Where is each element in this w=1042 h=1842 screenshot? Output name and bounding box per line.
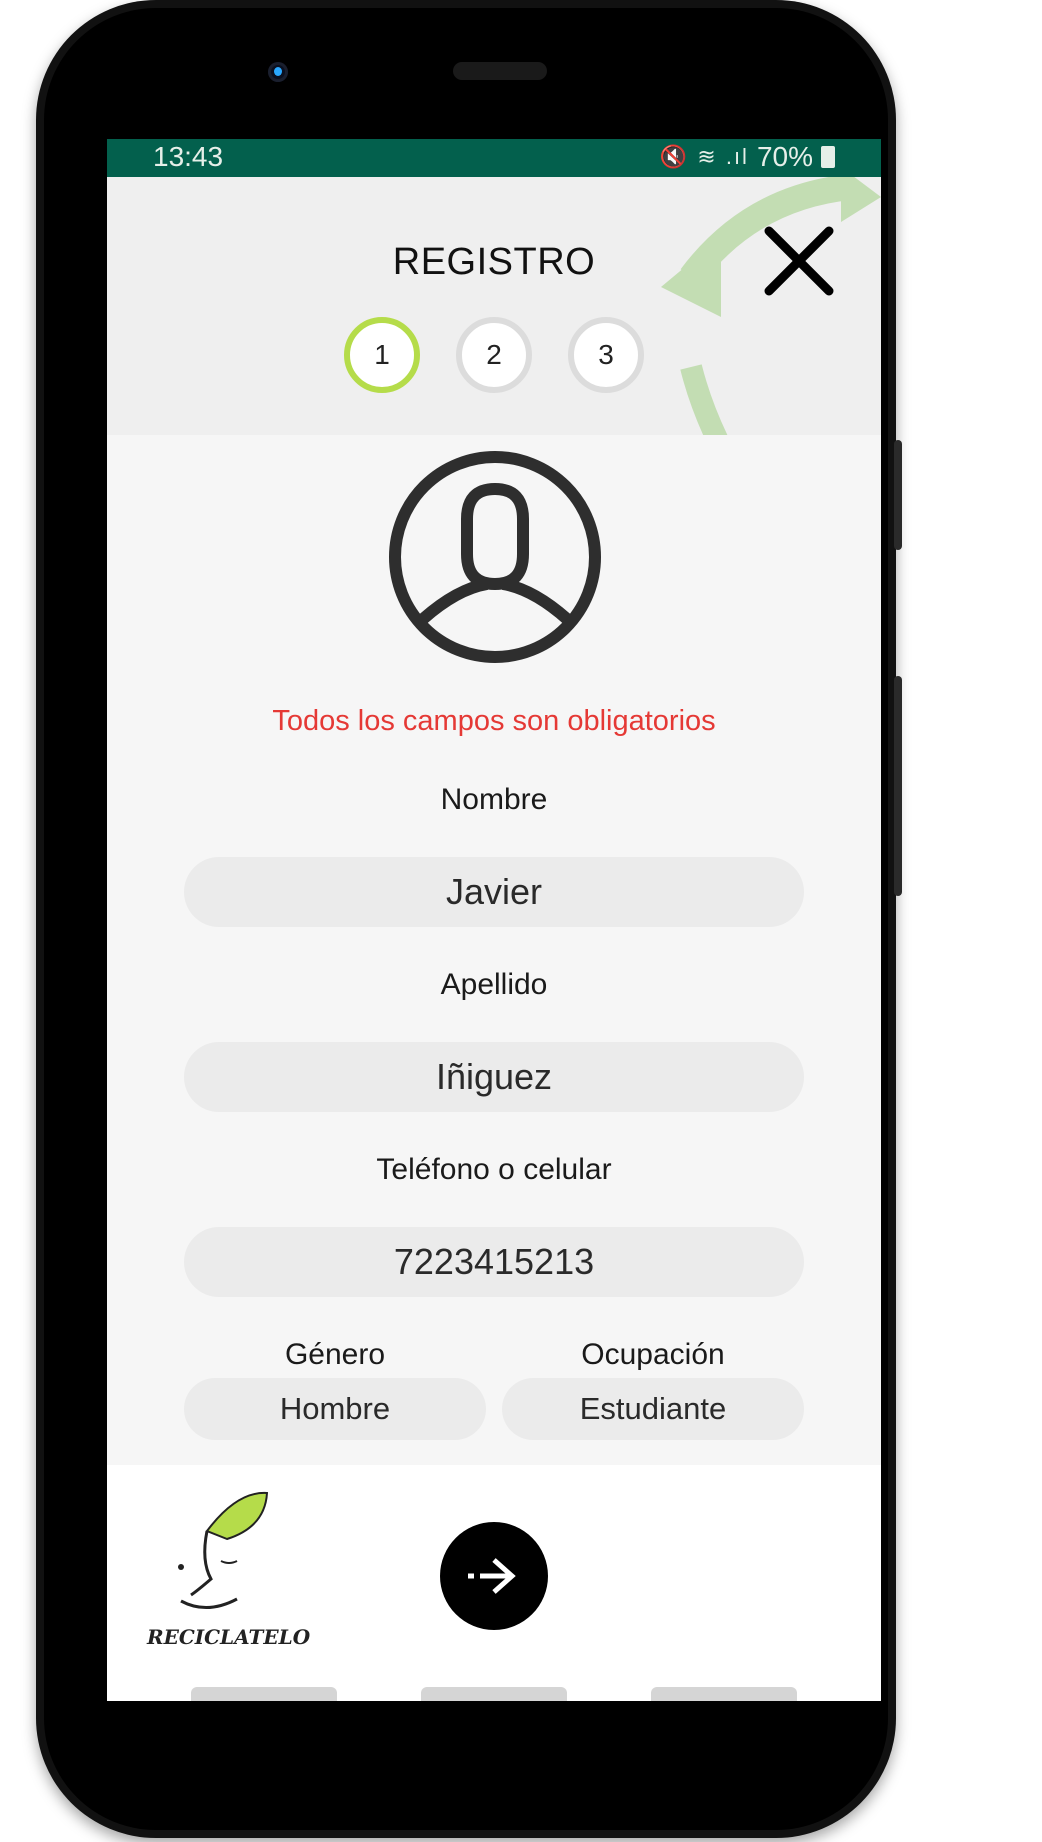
form-content: Todos los campos son obligatorios Nombre…: [107, 435, 881, 1465]
signal-icons: 🔇 ≋ .ıl: [659, 144, 749, 169]
app-logo: RECICLATELO: [147, 1491, 311, 1661]
arrow-right-icon: [468, 1558, 516, 1594]
status-time: 13:43: [153, 141, 224, 172]
leaf-face-logo-icon: [178, 1491, 269, 1609]
last-name-label: Apellido: [440, 968, 548, 1001]
required-fields-note: Todos los campos son obligatorios: [272, 705, 716, 737]
step-3[interactable]: 3: [568, 317, 644, 393]
phone-frame: 13:43 🔇 ≋ .ıl 70% REGISTRO 1 2 3 Todos l…: [36, 0, 902, 1838]
step-1[interactable]: 1: [344, 317, 420, 393]
occupation-select[interactable]: Estudiante: [502, 1378, 804, 1440]
next-button[interactable]: [440, 1522, 548, 1630]
status-right: 🔇 ≋ .ıl 70%: [660, 141, 835, 173]
logo-wordmark: RECICLATELO: [147, 1625, 311, 1649]
front-camera: [268, 62, 288, 82]
nav-tab-stub-3: [651, 1687, 797, 1701]
app-screen: 13:43 🔇 ≋ .ıl 70% REGISTRO 1 2 3 Todos l…: [107, 139, 881, 1701]
user-avatar-icon[interactable]: [387, 449, 603, 665]
registration-header: REGISTRO 1 2 3: [107, 177, 881, 435]
first-name-label: Nombre: [440, 783, 548, 816]
volume-button: [894, 440, 902, 550]
nav-tab-stub-1: [191, 1687, 337, 1701]
footer-bar: RECICLATELO: [107, 1465, 881, 1701]
gender-select[interactable]: Hombre: [184, 1378, 486, 1440]
occupation-value: Estudiante: [579, 1391, 727, 1426]
phone-label: Teléfono o celular: [376, 1153, 612, 1186]
last-name-input[interactable]: [184, 1042, 804, 1112]
occupation-label: Ocupación: [581, 1338, 725, 1371]
earpiece-speaker: [453, 62, 547, 80]
status-bar: 13:43 🔇 ≋ .ıl 70%: [107, 139, 881, 177]
first-name-input[interactable]: [184, 857, 804, 927]
battery-icon: [821, 146, 835, 168]
recycle-arrows-icon: [661, 177, 881, 435]
gender-value: Hombre: [279, 1391, 391, 1426]
step-indicator: 1 2 3: [107, 317, 881, 393]
power-button: [894, 676, 902, 896]
gender-label: Género: [284, 1338, 386, 1371]
phone-input[interactable]: [184, 1227, 804, 1297]
close-icon[interactable]: [763, 225, 835, 297]
battery-percent: 70%: [756, 141, 813, 172]
nav-tab-stub-2: [421, 1687, 567, 1701]
step-2[interactable]: 2: [456, 317, 532, 393]
